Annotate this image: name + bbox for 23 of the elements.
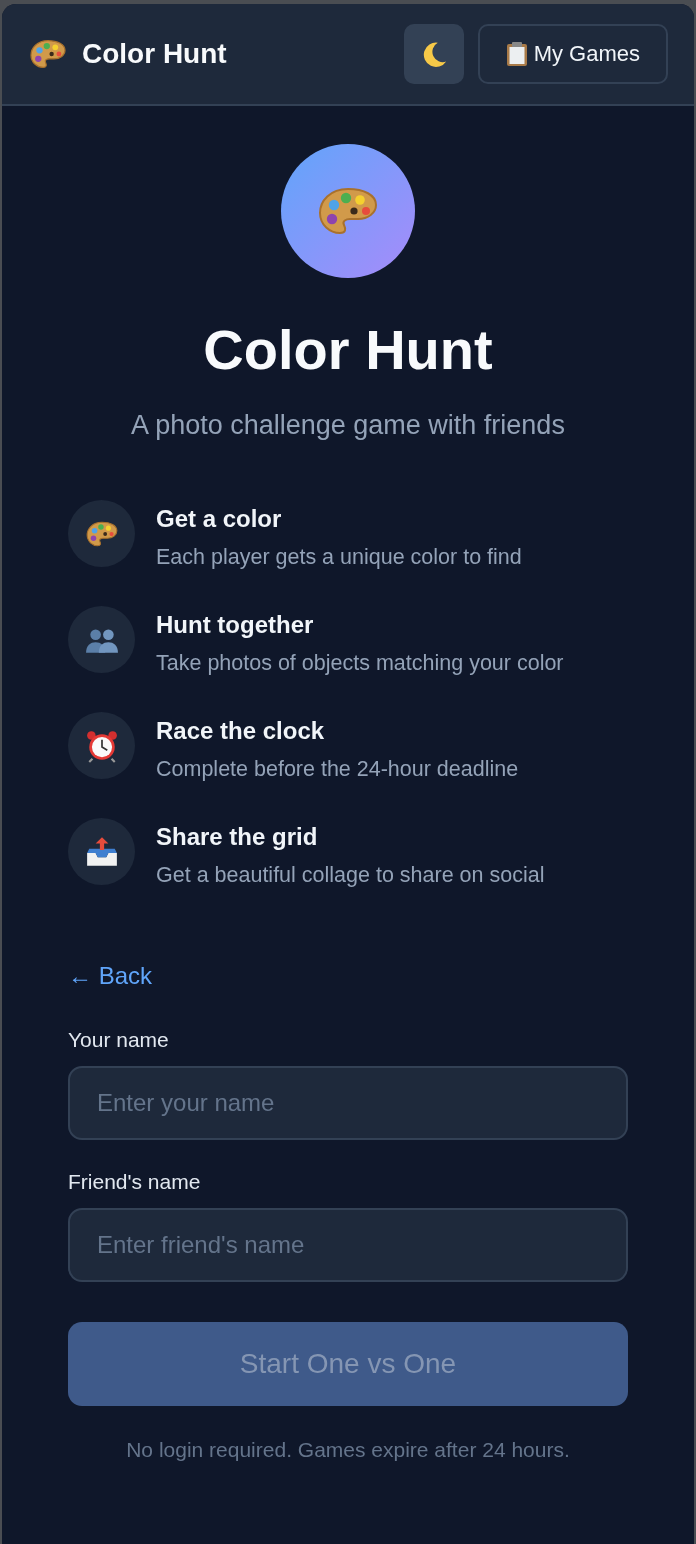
- field-label: Your name: [68, 1028, 170, 1052]
- hero-subtitle: A photo challenge game with friends: [131, 409, 565, 442]
- feature-title: Race the clock: [156, 716, 326, 746]
- feature-description: Each player gets a unique color to find: [156, 544, 522, 570]
- name-field[interactable]: Enter your name: [68, 1066, 628, 1140]
- field-label: Friend's name: [68, 1170, 202, 1194]
- app-title: Color Hunt: [82, 38, 227, 70]
- feature-title: Share the grid: [156, 822, 319, 852]
- outbox-tray-icon: [84, 835, 119, 868]
- name-field[interactable]: Enter friend's name: [68, 1208, 628, 1282]
- alarm-clock-icon: [84, 728, 119, 763]
- feature-description: Take photos of objects matching your color: [156, 650, 564, 676]
- footnote: No login required. Games expire after 24 hours.: [125, 1438, 571, 1462]
- palette-icon: [28, 37, 68, 71]
- back-link[interactable]: ← Back: [68, 962, 153, 990]
- hero-title: Color Hunt: [203, 318, 493, 382]
- feature-title: Get a color: [156, 504, 283, 534]
- feature-description: Get a beautiful collage to share on social: [156, 862, 545, 888]
- feature-title: Hunt together: [156, 610, 315, 640]
- clipboard-icon: [505, 41, 528, 67]
- theme-toggle-button[interactable]: [403, 24, 464, 84]
- my-games-button[interactable]: My Games: [477, 24, 668, 84]
- feature-description: Complete before the 24-hour deadline: [156, 756, 519, 782]
